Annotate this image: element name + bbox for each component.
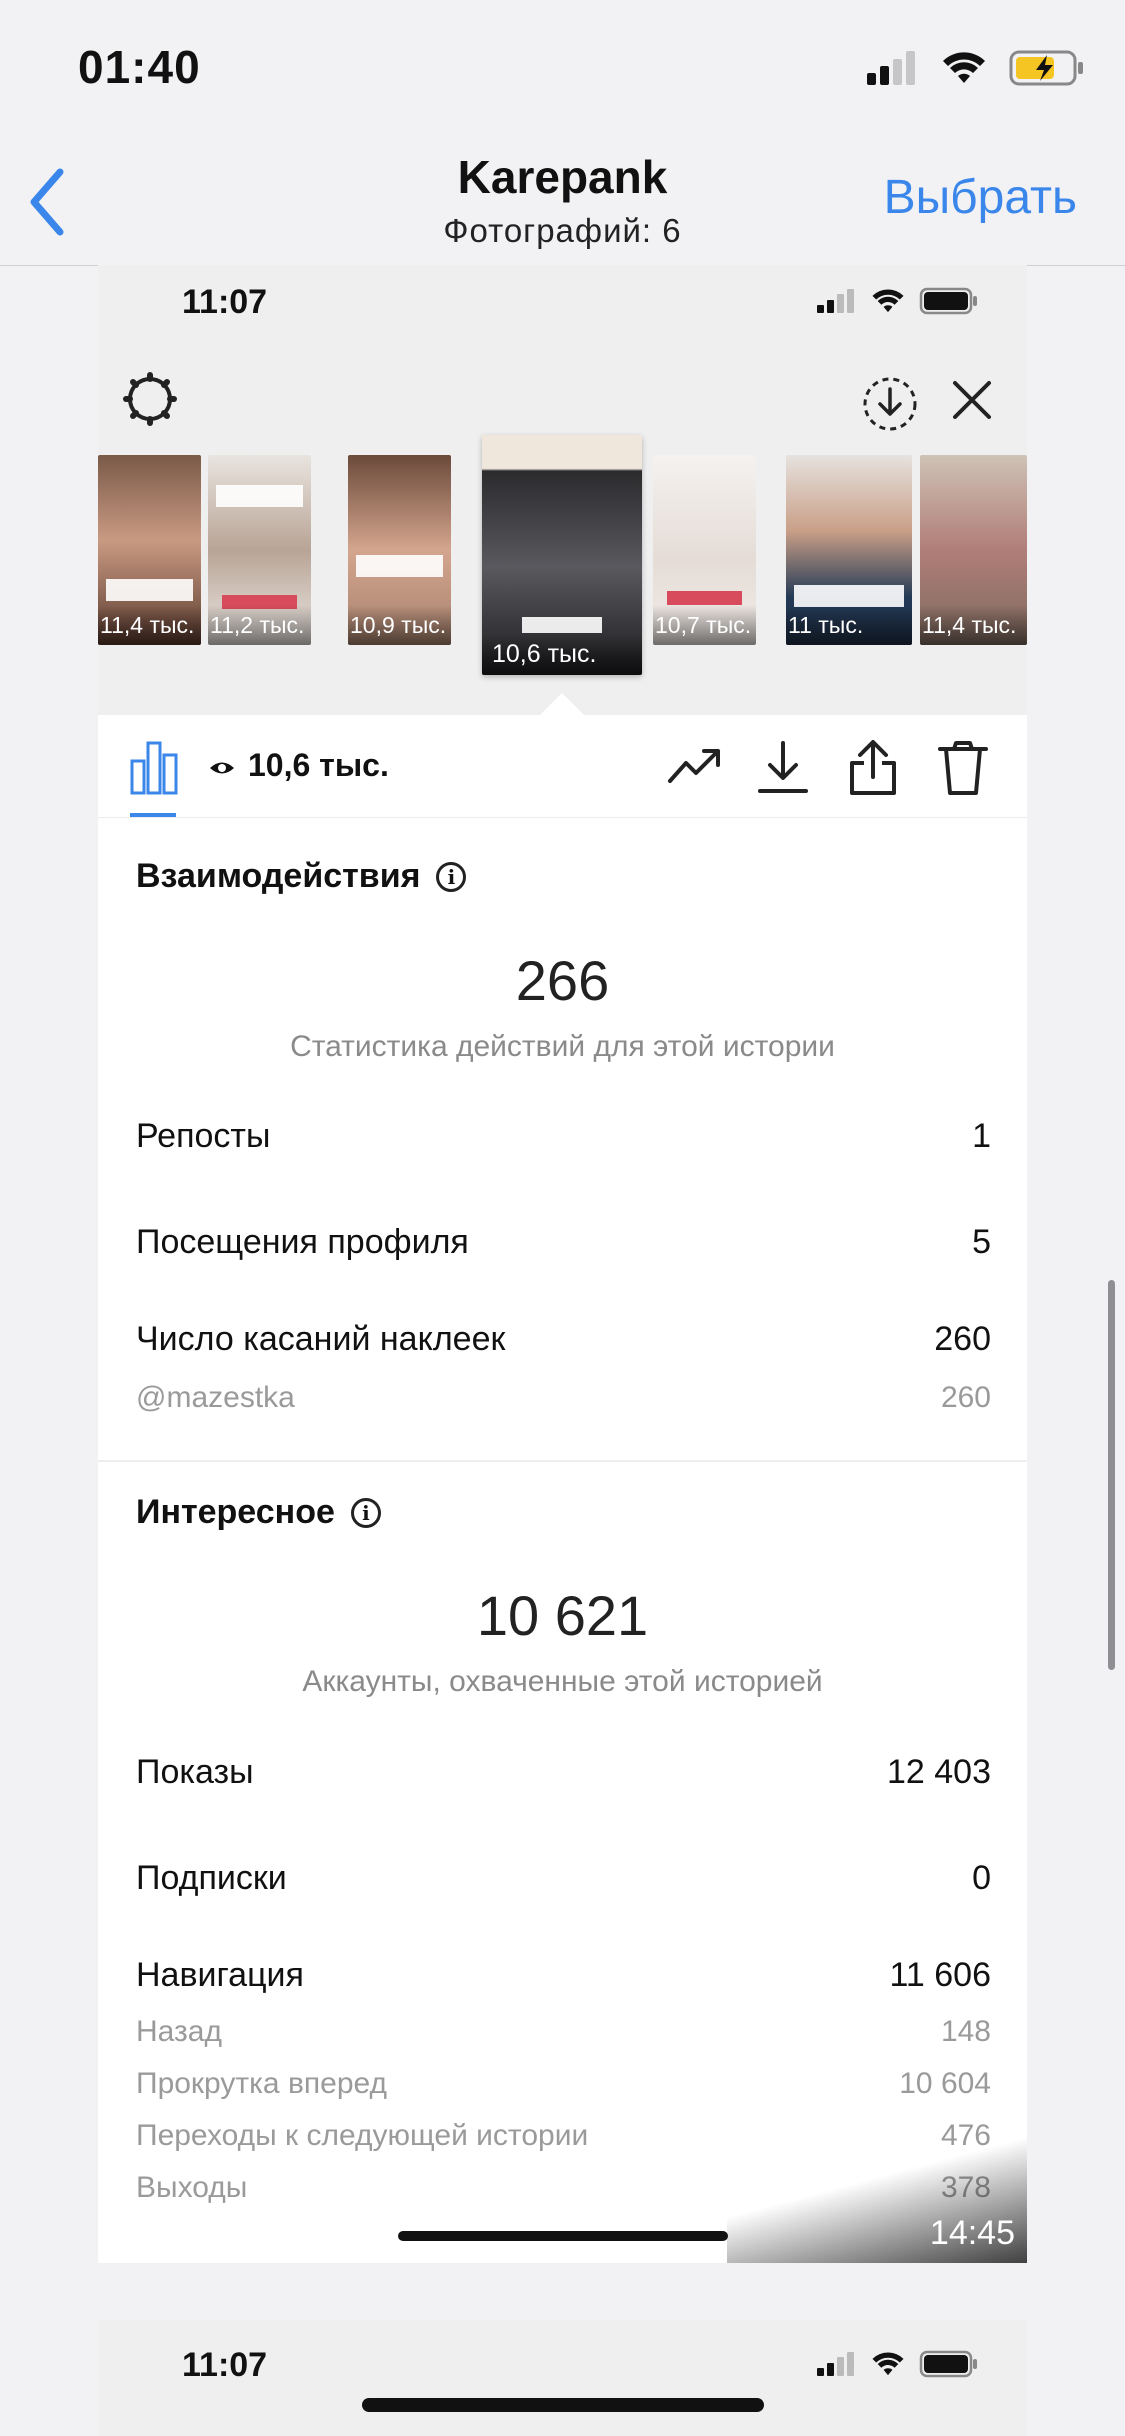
inner-status-icons — [817, 287, 979, 315]
stat-label: @mazestka — [136, 1381, 295, 1414]
stat-label: Навигация — [136, 1956, 304, 1994]
stat-value: 260 — [934, 1320, 991, 1358]
next-screenshot-preview[interactable]: 11:07 — [98, 2320, 1027, 2436]
download-icon[interactable] — [756, 739, 810, 797]
stat-label: Посещения профиля — [136, 1223, 469, 1261]
stat-label: Число касаний наклеек — [136, 1320, 506, 1358]
thumbnail-views: 11 тыс. — [788, 612, 864, 638]
battery-icon — [919, 287, 977, 315]
thumbnail-views: 10,6 тыс. — [492, 640, 597, 668]
section-divider — [98, 1460, 1027, 1462]
interactions-section-title: Взаимодействия i — [136, 857, 467, 896]
stat-row-follows: Подписки 0 — [136, 1859, 991, 1898]
signal-icon — [817, 289, 854, 313]
stat-label: Репосты — [136, 1117, 271, 1155]
thumbnail-views: 11,4 тыс. — [100, 612, 195, 638]
interactions-title: Взаимодействия — [136, 857, 421, 895]
trash-icon[interactable] — [936, 739, 990, 797]
story-thumbnail-selected[interactable]: 10,6 тыс. — [482, 435, 642, 675]
inner-status-icons — [817, 2350, 979, 2378]
signal-icon — [867, 51, 915, 85]
inner-status-time: 11:07 — [182, 283, 268, 321]
thumbnail-views: 10,7 тыс. — [655, 612, 752, 638]
trending-icon[interactable] — [666, 739, 724, 795]
status-bar: 01:40 — [0, 0, 1125, 140]
interactions-caption: Статистика действий для этой истории — [290, 1030, 835, 1063]
stat-row-navigation: Навигация 11 606 — [136, 1956, 991, 1995]
home-indicator[interactable] — [362, 2398, 764, 2412]
stat-row-forward: Прокрутка вперед 10 604 — [136, 2067, 991, 2101]
interactions-total: 266 — [515, 949, 610, 1012]
thumbnail-views: 11,4 тыс. — [922, 612, 1017, 638]
wifi-icon — [943, 52, 985, 83]
inner-home-indicator — [398, 2231, 728, 2241]
download-circle-icon[interactable] — [861, 375, 919, 433]
stat-value: 148 — [940, 2015, 991, 2048]
story-thumbnail[interactable]: 11,4 тыс. — [98, 455, 201, 645]
navigation-bar: Karepank Фотографий: 6 Выбрать — [0, 140, 1125, 266]
inner-status-time: 11:07 — [182, 2346, 268, 2384]
select-button[interactable]: Выбрать — [884, 170, 1077, 225]
story-thumbnail[interactable]: 10,9 тыс. — [348, 455, 451, 645]
discovery-total: 10 621 — [476, 1584, 649, 1647]
stat-label: Переходы к следующей истории — [136, 2119, 589, 2152]
stat-label: Подписки — [136, 1859, 287, 1897]
signal-icon — [817, 2352, 854, 2376]
stat-row-back: Назад 148 — [136, 2015, 991, 2049]
stat-value: 5 — [972, 1223, 991, 1261]
stat-label: Прокрутка вперед — [136, 2067, 388, 2100]
discovery-section-title: Интересное i — [136, 1493, 381, 1532]
stat-value: 11 606 — [889, 1956, 991, 1994]
story-header: 11:07 11,4 тыс. 11,2 тыс. 10,9 тыс. 10,6… — [98, 265, 1027, 715]
stat-value: 1 — [972, 1117, 991, 1155]
status-icons — [867, 50, 1085, 86]
story-thumbnail[interactable]: 11,4 тыс. — [920, 455, 1027, 645]
eye-icon — [210, 762, 234, 774]
battery-charging-icon — [1009, 50, 1083, 86]
views-count: 10,6 тыс. — [248, 747, 389, 783]
thumbnail-views: 11,2 тыс. — [210, 612, 305, 638]
thumbnail-views: 10,9 тыс. — [350, 612, 447, 638]
wifi-icon — [872, 2352, 904, 2376]
story-insights-screenshot[interactable]: 11:07 11,4 тыс. 11,2 тыс. 10,9 тыс. 10,6… — [98, 265, 1027, 2263]
status-time: 01:40 — [78, 41, 201, 93]
share-icon[interactable] — [846, 739, 900, 797]
stat-value: 0 — [972, 1859, 991, 1897]
stat-row-sticker-taps: Число касаний наклеек 260 — [136, 1320, 991, 1359]
story-thumbnail[interactable]: 10,7 тыс. — [653, 455, 756, 645]
settings-gear-icon[interactable] — [122, 371, 178, 427]
active-tab-indicator — [130, 813, 176, 817]
discovery-caption: Аккаунты, охваченные этой историей — [302, 1665, 823, 1698]
scroll-indicator[interactable] — [1108, 1280, 1115, 1670]
story-thumbnail[interactable]: 11,2 тыс. — [208, 455, 311, 645]
stat-value: 12 403 — [887, 1753, 991, 1791]
stat-label: Выходы — [136, 2171, 248, 2204]
wifi-icon — [872, 289, 904, 313]
stat-label: Показы — [136, 1753, 254, 1791]
selection-pointer — [538, 693, 586, 717]
stat-row-reposts: Репосты 1 — [136, 1117, 991, 1156]
info-icon[interactable]: i — [436, 861, 467, 892]
video-duration: 14:45 — [929, 2214, 1015, 2252]
battery-icon — [919, 2350, 977, 2378]
story-thumbnail-strip: 11,4 тыс. 11,2 тыс. 10,9 тыс. 10,6 тыс. — [98, 435, 1027, 675]
close-icon[interactable] — [947, 375, 997, 425]
stat-row-profile-visits: Посещения профиля 5 — [136, 1223, 991, 1262]
stat-label: Назад — [136, 2015, 222, 2048]
stat-value: 260 — [940, 1381, 991, 1414]
stat-value: 10 604 — [899, 2067, 991, 2100]
stat-row-impressions: Показы 12 403 — [136, 1753, 991, 1792]
discovery-title: Интересное — [136, 1493, 335, 1531]
info-icon[interactable]: i — [350, 1497, 381, 1528]
stat-row-sticker-mention: @mazestka 260 — [136, 1381, 991, 1415]
story-thumbnail[interactable]: 11 тыс. — [786, 455, 912, 645]
insights-toolbar: 10,6 тыс. — [98, 717, 1027, 818]
bar-chart-icon[interactable] — [130, 739, 180, 795]
